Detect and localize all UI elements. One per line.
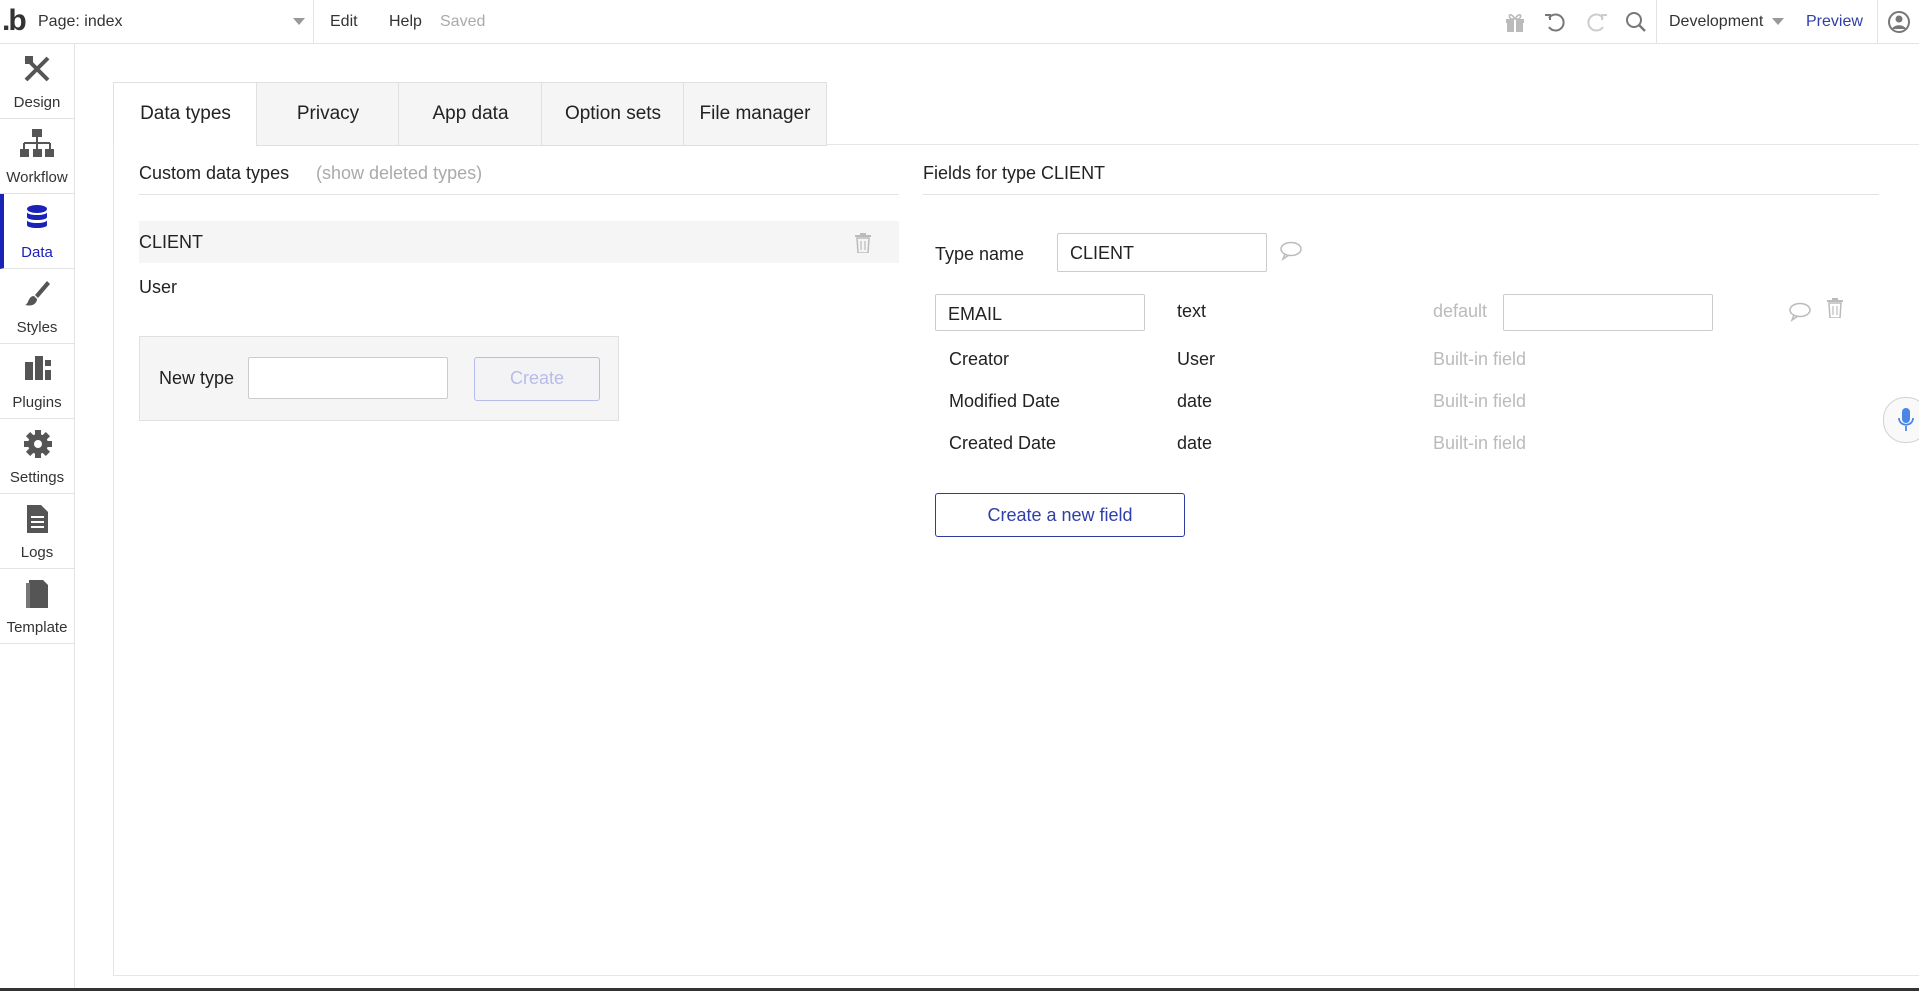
- sidebar-item-design[interactable]: Design: [0, 44, 74, 119]
- sidebar-item-styles[interactable]: Styles: [0, 269, 74, 344]
- tab-privacy[interactable]: Privacy: [256, 82, 400, 146]
- comment-icon[interactable]: [1788, 302, 1812, 322]
- gift-icon[interactable]: [1502, 9, 1528, 35]
- type-name-label: Type name: [935, 244, 1025, 264]
- data-type-row[interactable]: CLIENT: [139, 221, 899, 263]
- undo-icon[interactable]: [1543, 9, 1569, 35]
- workflow-icon: [20, 129, 54, 157]
- sidebar-item-label: Styles: [16, 319, 58, 336]
- type-name-input[interactable]: CLIENT: [1057, 233, 1267, 272]
- document-icon: [27, 505, 48, 533]
- design-icon: [24, 56, 50, 82]
- tab-data-types[interactable]: Data types: [113, 82, 258, 147]
- builtin-field-note: Built-in field: [1433, 349, 1527, 369]
- builtin-field-type: User: [1177, 349, 1216, 369]
- sidebar-item-label: Settings: [9, 469, 65, 486]
- sidebar-item-settings[interactable]: Settings: [0, 419, 74, 494]
- new-type-label: New type: [159, 368, 235, 388]
- builtin-field-type: date: [1177, 433, 1213, 453]
- builtin-field-name: Created Date: [949, 433, 1057, 453]
- divider: [923, 194, 1879, 195]
- user-icon: [1888, 11, 1910, 33]
- new-type-form: New type Create: [139, 336, 619, 421]
- tab-app-data[interactable]: App data: [398, 82, 543, 146]
- environment-selector[interactable]: Development Preview: [1656, 0, 1877, 43]
- sidebar-item-template[interactable]: Template: [0, 569, 74, 644]
- sidebar-item-logs[interactable]: Logs: [0, 494, 74, 569]
- chevron-down-icon: [293, 18, 305, 25]
- show-deleted-types-link[interactable]: (show deleted types): [316, 163, 482, 184]
- type-name-value: CLIENT: [1070, 243, 1135, 263]
- sidebar-item-label: Workflow: [6, 169, 68, 186]
- plugin-icon: [25, 356, 51, 380]
- tab-option-sets[interactable]: Option sets: [541, 82, 685, 146]
- trash-icon[interactable]: [1826, 298, 1844, 318]
- builtin-field-note: Built-in field: [1433, 391, 1527, 411]
- create-new-field-button[interactable]: Create a new field: [935, 493, 1185, 537]
- sidebar-item-label: Template: [6, 619, 68, 636]
- comment-icon[interactable]: [1279, 241, 1303, 261]
- menu-help[interactable]: Help: [389, 13, 422, 31]
- builtin-field-name: Modified Date: [949, 391, 1061, 411]
- sidebar-item-data[interactable]: Data: [0, 194, 74, 269]
- redo-icon[interactable]: [1583, 9, 1609, 35]
- default-value-input[interactable]: [1503, 294, 1713, 331]
- environment-label: Development: [1669, 13, 1764, 30]
- builtin-field-type: date: [1177, 391, 1213, 411]
- sidebar-item-label: Logs: [20, 544, 54, 561]
- sidebar-item-label: Design: [13, 94, 61, 111]
- gear-icon: [24, 430, 52, 458]
- save-status: Saved: [440, 13, 486, 30]
- data-type-row[interactable]: User: [139, 266, 899, 308]
- preview-button[interactable]: Preview: [1806, 13, 1863, 31]
- sidebar-item-label: Data: [21, 244, 53, 261]
- database-icon: [27, 205, 47, 228]
- page-selector-label: Page: index: [38, 13, 123, 30]
- template-icon: [26, 580, 48, 608]
- data-type-name: CLIENT: [139, 232, 204, 252]
- create-type-button[interactable]: Create: [474, 357, 600, 401]
- brush-icon: [25, 281, 50, 306]
- top-bar: .b Page: index Edit Help Saved Developme…: [0, 0, 1919, 44]
- fields-panel-title: Fields for type CLIENT: [923, 163, 1106, 183]
- builtin-field-note: Built-in field: [1433, 433, 1527, 453]
- app-logo[interactable]: .b: [2, 6, 27, 36]
- custom-data-types-title: Custom data types: [139, 163, 290, 183]
- menu-edit[interactable]: Edit: [330, 13, 358, 31]
- tab-file-manager[interactable]: File manager: [683, 82, 827, 146]
- microphone-icon: [1898, 408, 1914, 431]
- voice-input-button[interactable]: [1883, 397, 1919, 443]
- divider: [139, 194, 899, 195]
- sidebar-item-plugins[interactable]: Plugins: [0, 344, 74, 419]
- search-icon[interactable]: [1623, 9, 1649, 35]
- new-type-input[interactable]: [248, 357, 448, 399]
- default-label: default: [1433, 301, 1488, 321]
- data-type-name: User: [139, 277, 178, 297]
- builtin-field-name: Creator: [949, 349, 1010, 369]
- page-selector[interactable]: Page: index: [38, 0, 314, 43]
- account-button[interactable]: [1877, 0, 1919, 43]
- field-name-value: EMAIL: [948, 304, 1003, 324]
- chevron-down-icon: [1772, 18, 1784, 25]
- field-type[interactable]: text: [1177, 301, 1206, 322]
- sidebar-item-label: Plugins: [12, 394, 62, 411]
- field-name-input[interactable]: EMAIL: [935, 294, 1145, 331]
- trash-icon[interactable]: [854, 233, 872, 253]
- sidebar: Design Workflow Data Styles Plugins Sett…: [0, 44, 75, 991]
- sidebar-item-workflow[interactable]: Workflow: [0, 119, 74, 194]
